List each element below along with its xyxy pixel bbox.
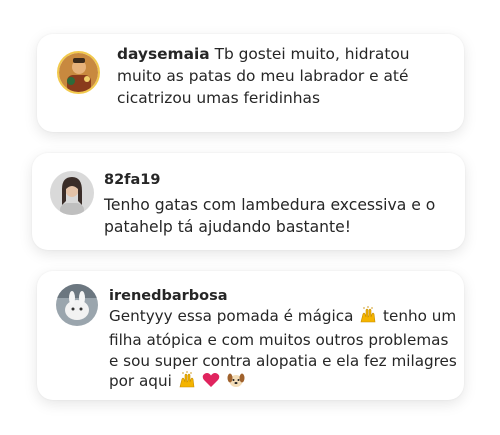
raising-hands-emoji (178, 371, 196, 395)
comment-username[interactable]: 82fa19 (104, 172, 160, 188)
red-heart-emoji (202, 371, 220, 395)
comment-text: Tenho gatas com lambedura excessiva e o … (104, 196, 436, 236)
comment-username[interactable]: daysemaia (117, 45, 210, 63)
user-avatar[interactable] (57, 51, 100, 94)
avatar-photo-icon (56, 284, 98, 326)
comment-card: 82fa19 Tenho gatas com lambedura excessi… (32, 153, 465, 250)
comment-username[interactable]: irenedbarbosa (109, 288, 228, 304)
comment-card: daysemaia Tb gostei muito, hidratou muit… (37, 34, 464, 132)
user-avatar[interactable] (50, 171, 94, 215)
comment-body: daysemaia Tb gostei muito, hidratou muit… (117, 44, 457, 110)
comment-card: irenedbarbosa Gentyyy essa pomada é mági… (37, 271, 464, 400)
comment-text: Gentyyy essa pomada é mágica tenho um fi… (109, 306, 459, 395)
user-avatar[interactable] (56, 284, 98, 326)
avatar-photo-icon (50, 171, 94, 215)
avatar-photo-icon (59, 53, 98, 92)
comment-text-part: Gentyyy essa pomada é mágica (109, 307, 354, 325)
dog-face-emoji (227, 371, 245, 395)
raising-hands-emoji (359, 306, 377, 330)
